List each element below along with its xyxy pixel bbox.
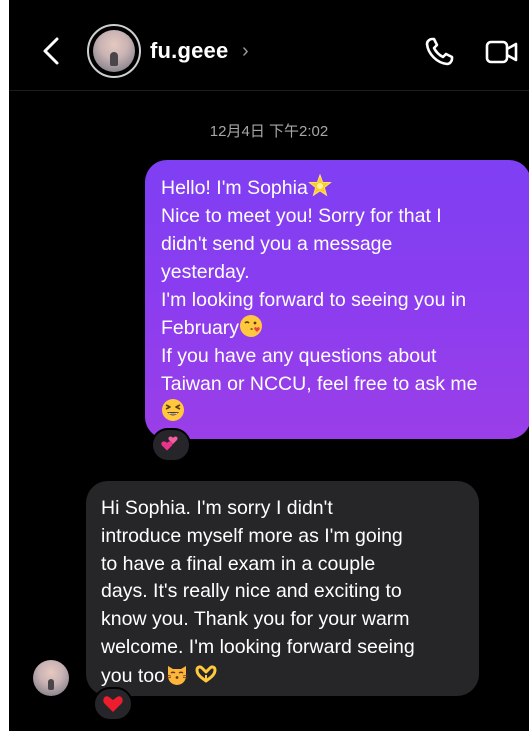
- kissing-face-icon: [239, 314, 263, 338]
- heart-hands-icon: [194, 662, 218, 686]
- message-timestamp: 12月4日 下午2:02: [209, 123, 329, 140]
- message-line: Hi Sophia. I'm sorry I didn't: [101, 497, 333, 519]
- message-line: Nice to meet you! Sorry for that I: [161, 205, 442, 227]
- message-line: welcome. I'm looking forward seeing: [101, 635, 415, 658]
- red-heart-icon: [103, 696, 123, 712]
- grinning-squinting-face-icon: [161, 398, 185, 422]
- two-hearts-icon: [161, 436, 178, 451]
- sender-avatar[interactable]: [33, 660, 69, 696]
- message-reaction[interactable]: [93, 687, 133, 721]
- phone-icon: [425, 37, 454, 66]
- chevron-left-icon: [43, 37, 59, 65]
- kissing-cat-icon: [165, 662, 189, 686]
- chat-screen: fu.geee › 12月4日 下午2:02 Hello! I'm Sophia…: [9, 0, 529, 731]
- outgoing-message-bubble[interactable]: Hello! I'm Sophia Nice to meet you! Sorr…: [145, 160, 529, 439]
- message-line: yesterday.: [161, 261, 250, 283]
- call-button[interactable]: [423, 36, 455, 68]
- message-line: you too: [101, 662, 463, 691]
- message-line: If you have any questions about: [161, 345, 437, 367]
- message-line: Taiwan or NCCU, feel free to ask me: [161, 373, 478, 395]
- video-camera-icon: [485, 40, 518, 64]
- chevron-right-icon: ›: [242, 40, 249, 62]
- message-line: I'm looking forward to seeing you in: [161, 289, 467, 311]
- chat-header: fu.geee ›: [9, 0, 529, 91]
- message-line: didn't send you a message: [161, 233, 393, 255]
- glowing-star-icon: [307, 174, 332, 198]
- message-reaction[interactable]: [151, 428, 191, 462]
- username-title[interactable]: fu.geee: [150, 38, 228, 64]
- video-call-button[interactable]: [485, 38, 519, 66]
- incoming-message-bubble[interactable]: Hi Sophia. I'm sorry I didn't introduce …: [86, 481, 479, 696]
- message-line: Hello! I'm Sophia: [161, 174, 515, 202]
- message-line: [161, 398, 515, 426]
- avatar-image: [93, 30, 135, 72]
- profile-avatar[interactable]: [87, 24, 141, 78]
- back-button[interactable]: [39, 36, 63, 66]
- message-line: to have a final exam in a couple: [101, 552, 376, 575]
- message-line: introduce myself more as I'm going: [101, 524, 403, 547]
- message-line: February: [161, 314, 515, 342]
- message-line: days. It's really nice and exciting to: [101, 580, 402, 603]
- message-line: know you. Thank you for your warm: [101, 608, 410, 631]
